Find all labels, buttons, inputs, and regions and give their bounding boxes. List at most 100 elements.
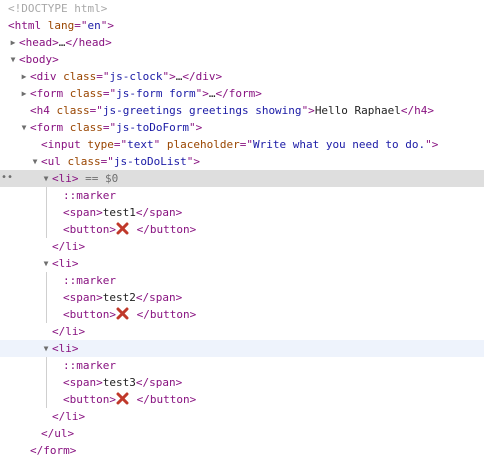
tag-token: "> — [186, 155, 200, 168]
attribute-value: Write what you need to do. — [252, 138, 426, 151]
node-markup: <div class="js-clock">…</div> — [30, 68, 222, 85]
tag-token: <button> — [63, 223, 116, 236]
dom-tree-row[interactable]: </li> — [0, 408, 484, 425]
node-markup: <body> — [19, 51, 59, 68]
tag-token: <span> — [63, 376, 103, 389]
indent-guide-line — [46, 272, 47, 289]
tag-token: </ul> — [41, 427, 75, 440]
attribute-value: js-form form — [116, 87, 196, 100]
tag-token: <button> — [63, 393, 116, 406]
node-markup: <input type="text" placeholder="Write wh… — [41, 136, 438, 153]
cross-mark-icon — [116, 222, 129, 235]
tag-token: </li> — [52, 325, 86, 338]
tag-token: <ul — [41, 155, 68, 168]
cross-mark-icon — [116, 307, 129, 320]
attribute-value: js-toDoList — [113, 155, 187, 168]
node-markup: <span>test3</span> — [63, 374, 182, 391]
tag-token: "> — [188, 121, 203, 134]
tag-token: </form> — [215, 87, 262, 100]
dom-tree-row[interactable]: </ul> — [0, 425, 484, 442]
dom-tree-row[interactable]: ▼ <form class="js-toDoForm"> — [0, 119, 484, 136]
tag-token: <li> — [52, 172, 79, 185]
tag-token: =" — [96, 70, 110, 83]
node-markup: ::marker — [63, 272, 116, 289]
tag-token: </span> — [135, 376, 183, 389]
node-markup: <button> </button> — [63, 221, 196, 238]
dom-tree-row[interactable]: ▼ <ul class="js-toDoList"> — [0, 153, 484, 170]
dom-tree-row[interactable]: ::marker — [0, 272, 484, 289]
dom-tree-row[interactable]: <input type="text" placeholder="Write wh… — [0, 136, 484, 153]
tag-token: </head> — [65, 36, 112, 49]
indent-guide-line — [46, 221, 47, 238]
dom-tree-row[interactable]: <button> </button> — [0, 306, 484, 323]
tag-token: <html — [8, 19, 48, 32]
attribute-value: js-toDoForm — [116, 121, 189, 134]
expand-triangle-icon[interactable]: ▼ — [41, 170, 51, 187]
dom-tree-row[interactable]: <html lang="en"> — [0, 17, 484, 34]
expand-triangle-icon[interactable]: ▼ — [8, 51, 18, 68]
dom-tree-row[interactable]: •• ▼ <li> == $0 — [0, 170, 484, 187]
pseudo-element: ::marker — [63, 359, 116, 372]
dom-tree-row[interactable]: </li> — [0, 323, 484, 340]
expand-triangle-icon[interactable]: ▼ — [41, 340, 51, 357]
pseudo-element: ::marker — [63, 274, 116, 287]
tag-token: </span> — [135, 291, 183, 304]
dom-tree-row[interactable]: </form> — [0, 442, 484, 459]
node-markup: <span>test2</span> — [63, 289, 182, 306]
node-markup: <span>test1</span> — [63, 204, 182, 221]
tag-token: "> — [195, 87, 209, 100]
dom-tree-row[interactable]: <h4 class="js-greetings greetings showin… — [0, 102, 484, 119]
collapse-triangle-icon[interactable]: ▶ — [19, 85, 29, 102]
tag-token: </button> — [136, 308, 197, 321]
tag-token: <head> — [19, 36, 59, 49]
dom-tree-row[interactable]: ::marker — [0, 357, 484, 374]
attribute-value: text — [127, 138, 154, 151]
node-markup: </ul> — [41, 425, 74, 442]
dom-tree-row[interactable]: ::marker — [0, 187, 484, 204]
doctype-token: <!DOCTYPE html> — [8, 2, 108, 15]
node-markup: <button> </button> — [63, 391, 196, 408]
node-markup: <form class="js-form form">…</form> — [30, 85, 262, 102]
node-markup: <form class="js-toDoForm"> — [30, 119, 202, 136]
text-node — [130, 308, 137, 321]
text-node — [130, 223, 137, 236]
dom-tree-row[interactable]: ▼ <li> — [0, 340, 484, 357]
tag-token: =" — [113, 138, 128, 151]
dom-tree-row[interactable]: ▶ <form class="js-form form">…</form> — [0, 85, 484, 102]
collapse-triangle-icon[interactable]: ▶ — [8, 34, 18, 51]
indent-guide-line — [46, 357, 47, 374]
tag-token: =" — [74, 19, 88, 32]
tag-token: <form — [30, 121, 70, 134]
tag-token: =" — [239, 138, 253, 151]
dom-tree-row[interactable]: ▼ <body> — [0, 51, 484, 68]
tag-token: </span> — [135, 206, 183, 219]
dom-tree-row[interactable]: <span>test1</span> — [0, 204, 484, 221]
dom-tree-row[interactable]: ▼ <li> — [0, 255, 484, 272]
tag-token: <div — [30, 70, 64, 83]
indent-guide-line — [46, 187, 47, 204]
dom-tree-row[interactable]: <button> </button> — [0, 221, 484, 238]
node-markup: <ul class="js-toDoList"> — [41, 153, 200, 170]
dom-tree-row[interactable]: <button> </button> — [0, 391, 484, 408]
dom-tree-row[interactable]: <span>test3</span> — [0, 374, 484, 391]
dom-tree-row[interactable]: ▶ <head>…</head> — [0, 34, 484, 51]
tag-token: <li> — [52, 257, 79, 270]
node-markup: ::marker — [63, 357, 116, 374]
tag-token: </div> — [182, 70, 223, 83]
indent-guide-line — [46, 204, 47, 221]
dom-tree-row[interactable]: </li> — [0, 238, 484, 255]
dom-tree-row[interactable]: <span>test2</span> — [0, 289, 484, 306]
tag-token: "> — [100, 19, 114, 32]
expand-triangle-icon[interactable]: ▼ — [19, 119, 29, 136]
dom-tree-row[interactable]: ▶ <div class="js-clock">…</div> — [0, 68, 484, 85]
tag-token: </li> — [52, 410, 86, 423]
tag-token: =" — [102, 121, 117, 134]
expand-triangle-icon[interactable]: ▼ — [30, 153, 40, 170]
tag-token: <span> — [63, 291, 103, 304]
more-options-icon[interactable]: •• — [1, 169, 13, 186]
tag-token: <li> — [52, 342, 79, 355]
selected-node-reference: == $0 — [78, 172, 119, 185]
collapse-triangle-icon[interactable]: ▶ — [19, 68, 29, 85]
expand-triangle-icon[interactable]: ▼ — [41, 255, 51, 272]
dom-tree-row[interactable]: <!DOCTYPE html> — [0, 0, 484, 17]
